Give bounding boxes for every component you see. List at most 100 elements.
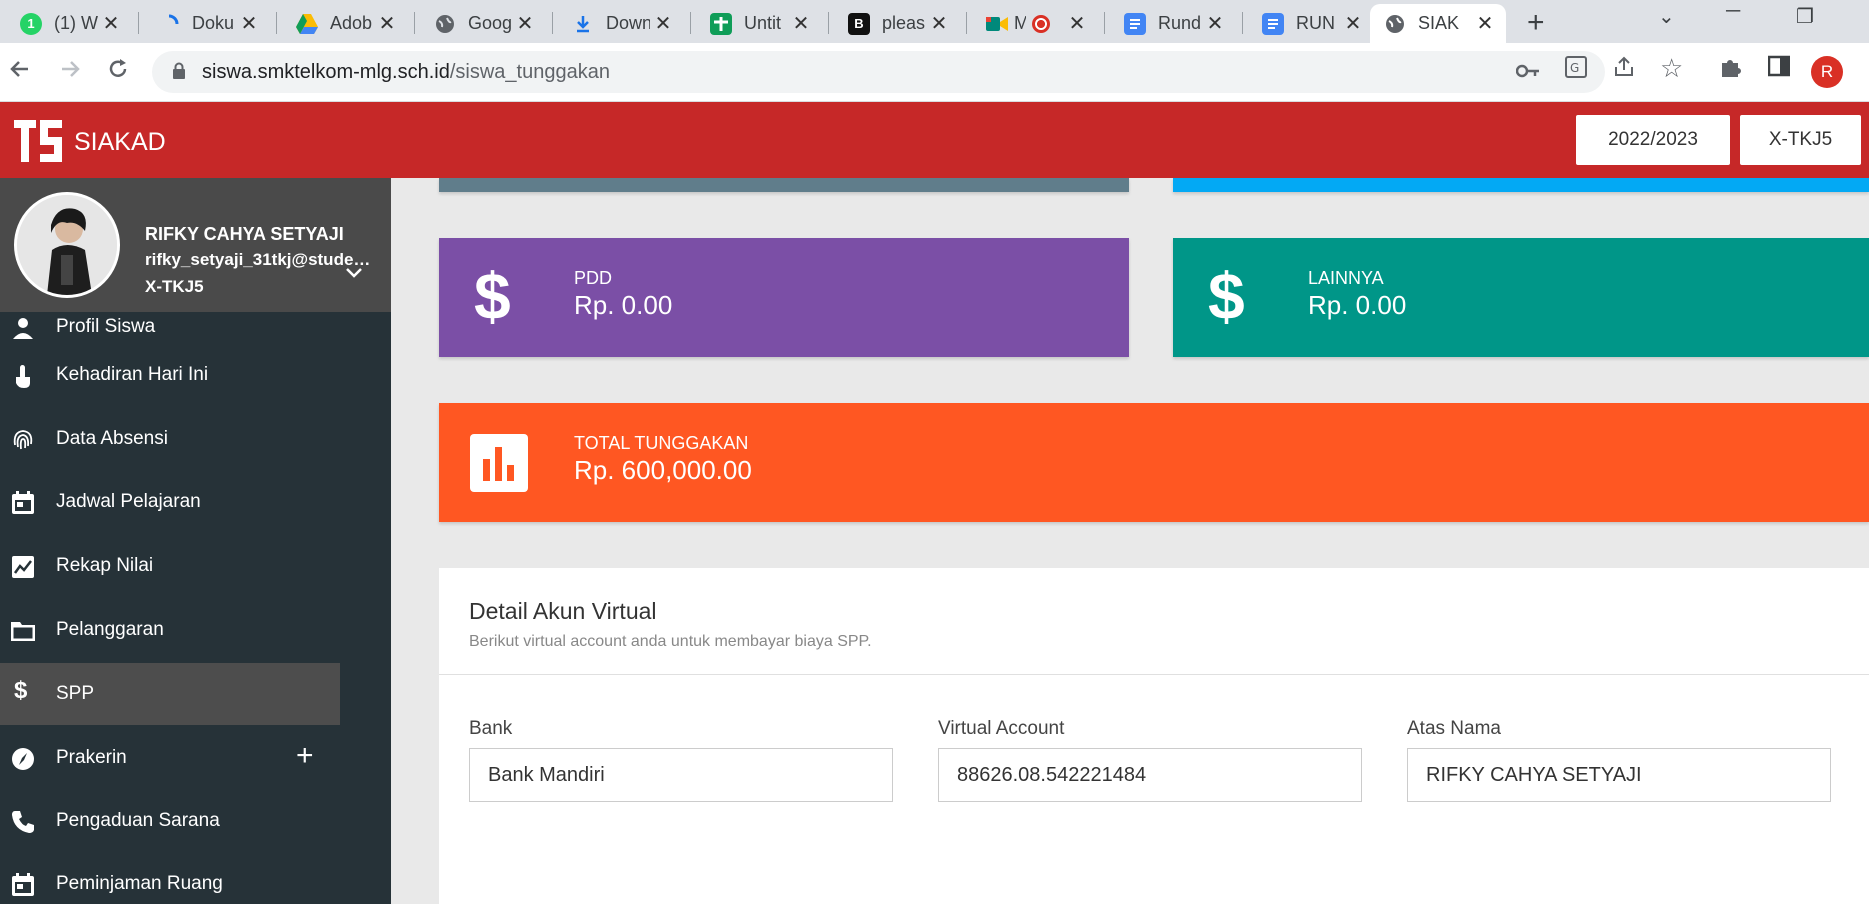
divider [439,674,1869,675]
url-text: siswa.smktelkom-mlg.sch.id/siswa_tunggak… [202,61,610,83]
google-meet-icon [986,13,1008,35]
tab-search-icon[interactable]: ⌄ [1658,4,1675,29]
tab-title: M [1014,13,1026,33]
side-panel-icon[interactable] [1767,55,1791,83]
address-bar[interactable]: siswa.smktelkom-mlg.sch.id/siswa_tunggak… [152,51,1605,93]
card-top-right-partial [1173,178,1869,192]
browser-tab-adobe[interactable]: Adob ✕ [282,4,408,43]
tab-title: Rund [1158,13,1202,33]
extensions-icon[interactable] [1718,55,1742,85]
touch-icon [16,365,30,388]
avatar [14,192,120,298]
browser-tab-downloads[interactable]: Down ✕ [558,4,684,43]
tab-title: Goog [468,13,512,33]
sidebar-item-data-absensi[interactable]: Data Absensi [0,408,391,470]
sidebar-item-label: Jadwal Pelajaran [56,491,201,512]
key-icon[interactable] [1515,61,1540,84]
sidebar-item-kehadiran[interactable]: Kehadiran Hari Ini [0,344,391,406]
user-profile-panel[interactable]: RIFKY CAHYA SETYAJI rifky_setyaji_31tkj@… [0,178,391,312]
minimize-icon[interactable]: ─ [1726,0,1740,23]
browser-tab-siakad[interactable]: SIAK ✕ [1370,4,1506,43]
sidebar-item-label: Pengaduan Sarana [56,810,220,831]
lock-icon [173,62,185,79]
restore-icon[interactable]: ❐ [1796,4,1814,29]
reload-icon[interactable] [106,57,130,88]
share-icon[interactable] [1612,55,1636,85]
close-icon[interactable]: ✕ [514,11,536,36]
close-icon[interactable]: ✕ [928,11,950,36]
sidebar-item-label: Profil Siswa [56,316,156,337]
back-icon[interactable] [8,57,32,88]
close-icon[interactable]: ✕ [1342,11,1364,36]
lainnya-card: $ LAINNYA Rp. 0.00 [1173,238,1869,357]
close-icon[interactable]: ✕ [238,11,260,36]
dollar-icon: $ [474,259,511,333]
sidebar-item-label: Pelanggaran [56,619,164,640]
panel-subtitle: Berikut virtual account anda untuk memba… [469,633,872,650]
close-icon[interactable]: ✕ [1474,11,1496,36]
browser-tab-google[interactable]: Goog ✕ [420,4,546,43]
sidebar-item-label: Peminjaman Ruang [56,873,223,894]
google-docs-icon [1124,12,1146,35]
chevron-down-icon[interactable] [344,266,364,280]
bookmark-star-icon[interactable]: ☆ [1660,53,1683,84]
sidebar-item-pengaduan[interactable]: Pengaduan Sarana [0,790,391,852]
virtual-account-field[interactable] [938,748,1362,802]
fingerprint-icon [13,430,33,450]
browser-tab-run[interactable]: RUN ✕ [1248,4,1374,43]
class-button[interactable]: X-TKJ5 [1740,115,1861,165]
browser-tab-doku[interactable]: Doku ✕ [144,4,270,43]
new-tab-button[interactable]: + [1527,6,1545,40]
compass-icon [12,748,34,770]
close-icon[interactable]: ✕ [652,11,674,36]
browser-tab-untitled[interactable]: Untit ✕ [696,4,822,43]
sidebar-item-rekap-nilai[interactable]: Rekap Nilai [0,535,391,597]
expand-icon[interactable]: + [296,739,314,773]
tab-title: Down [606,13,650,33]
close-icon[interactable]: ✕ [1066,11,1088,36]
browser-tab-whatsapp[interactable]: 1 (1) W ✕ [6,4,132,43]
close-icon[interactable]: ✕ [376,11,398,36]
sidebar-item-jadwal[interactable]: Jadwal Pelajaran [0,471,391,533]
sidebar-item-spp[interactable]: $ SPP [0,663,340,725]
browser-tab-pleas[interactable]: B pleas ✕ [834,4,960,43]
close-icon[interactable]: ✕ [790,11,812,36]
forward-icon[interactable] [58,57,82,88]
profile-avatar[interactable]: R [1811,56,1843,88]
sidebar-item-label: Prakerin [56,747,127,768]
google-sheets-icon [710,12,732,35]
folder-icon [11,622,35,641]
sidebar: Profil Siswa RIFKY CAHYA SETYAJI rifky_s… [0,178,391,904]
profile-icon [13,318,33,339]
panel-title: Detail Akun Virtual [469,598,657,624]
sidebar-item-label: Kehadiran Hari Ini [56,364,209,385]
app-header: SIAKAD 2022/2023 X-TKJ5 [0,102,1869,178]
close-icon[interactable]: ✕ [1204,11,1226,36]
virtual-account-label: Virtual Account [938,718,1065,739]
globe-icon [1384,13,1406,35]
pdd-card: $ PDD Rp. 0.00 [439,238,1129,357]
bar-chart-icon [470,434,528,492]
atas-nama-field[interactable] [1407,748,1831,802]
calendar-icon [12,491,34,514]
sidebar-item-pelanggaran[interactable]: Pelanggaran [0,599,391,661]
sidebar-item-label: Data Absensi [56,428,168,449]
browser-tab-rund[interactable]: Rund ✕ [1110,4,1236,43]
main-content: $ PDD Rp. 0.00 $ LAINNYA Rp. 0.00 TOTAL … [391,178,1869,904]
sidebar-item-peminjaman[interactable]: Peminjaman Ruang [0,853,391,904]
close-icon[interactable]: ✕ [100,11,122,36]
sidebar-item-label: SPP [56,683,95,704]
browser-tab-strip: 1 (1) W ✕ Doku ✕ Adob ✕ Goog ✕ Down ✕ Un… [0,0,1869,43]
bank-field[interactable] [469,748,893,802]
whatsapp-icon: 1 [20,12,42,35]
translate-icon[interactable]: G [1564,55,1588,85]
dollar-icon: $ [1208,259,1245,333]
tab-title: Doku [192,13,235,33]
academic-year-button[interactable]: 2022/2023 [1576,115,1730,165]
google-drive-icon [296,13,318,35]
bank-label: Bank [469,718,513,739]
user-email: rifky_setyaji_31tkj@studen... [145,250,373,269]
sidebar-item-prakerin[interactable]: Prakerin + [0,727,391,789]
card-label: LAINNYA [1308,268,1384,288]
browser-tab-meet[interactable]: M ✕ [972,4,1098,43]
